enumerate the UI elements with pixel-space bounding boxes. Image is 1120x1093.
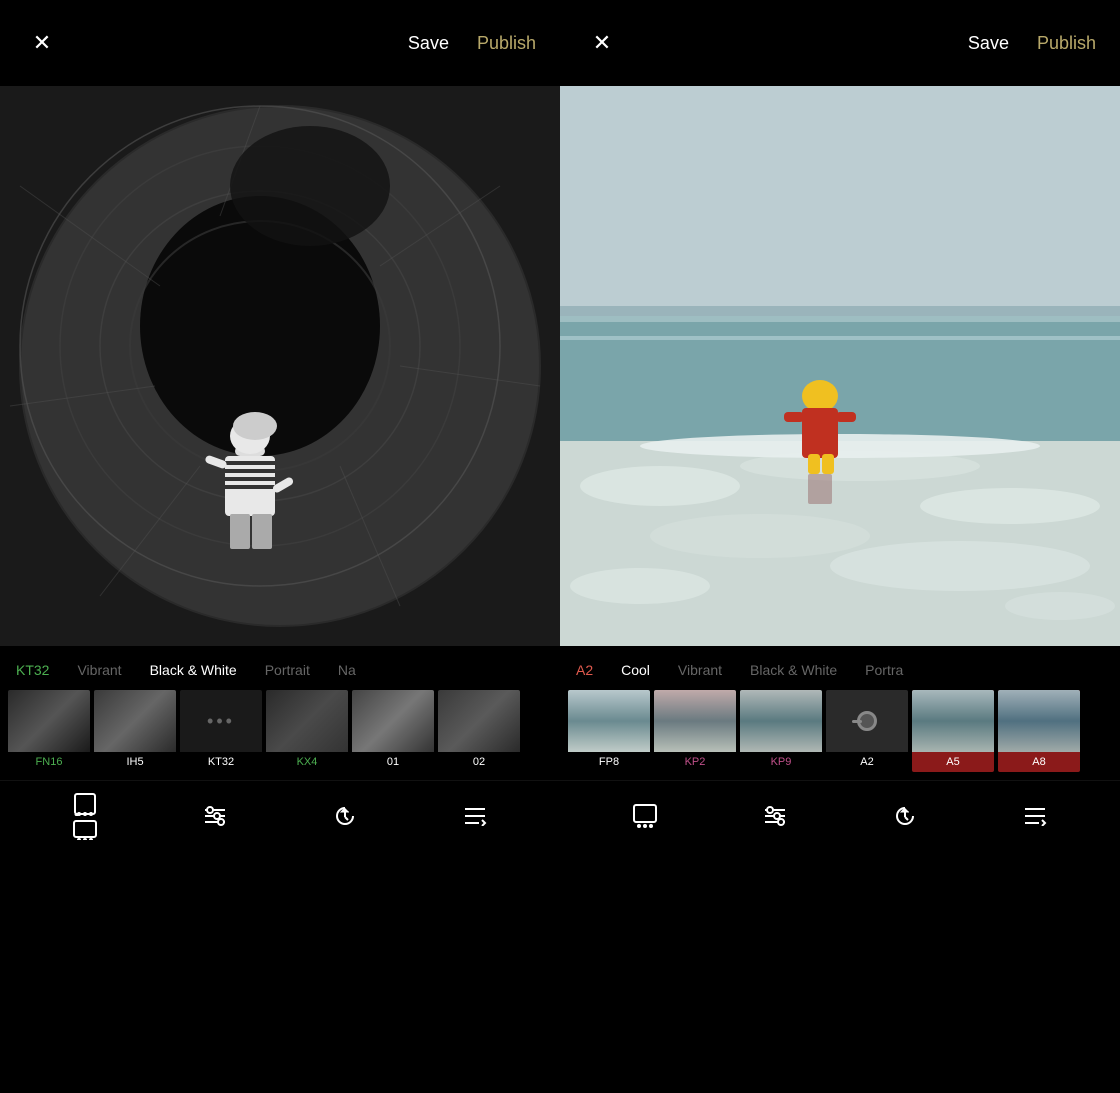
right-publish-button[interactable]: Publish xyxy=(1037,33,1096,54)
left-filter-area: KT32 Vibrant Black & White Portrait Na F… xyxy=(0,646,560,780)
left-photo xyxy=(0,86,560,646)
sliders-icon xyxy=(203,806,227,826)
left-filter-categories: KT32 Vibrant Black & White Portrait Na xyxy=(0,662,560,678)
right-tool-grid[interactable] xyxy=(620,791,670,841)
filter-thumb-ih5[interactable]: IH5 xyxy=(94,690,176,772)
right-filter-thumbnails: FP8 KP2 KP9 A2 xyxy=(560,690,1120,772)
filter-label-fn16: FN16 xyxy=(8,756,90,768)
right-header: ✕ Save Publish xyxy=(560,0,1120,86)
left-tool-stack[interactable] xyxy=(450,791,500,841)
right-filter-cat-1[interactable]: Cool xyxy=(621,662,650,678)
left-filter-cat-2[interactable]: Black & White xyxy=(150,662,237,678)
filter-label-02: 02 xyxy=(438,756,520,768)
left-save-button[interactable]: Save xyxy=(408,33,449,54)
history-icon xyxy=(333,804,357,828)
left-close-button[interactable]: ✕ xyxy=(24,25,60,61)
filter-thumb-a2[interactable]: A2 xyxy=(826,690,908,772)
filter-thumb-01[interactable]: 01 xyxy=(352,690,434,772)
filter-label-kx4: KX4 xyxy=(266,756,348,768)
left-header: ✕ Save Publish xyxy=(0,0,560,86)
right-history-icon xyxy=(893,804,917,828)
right-save-button[interactable]: Save xyxy=(968,33,1009,54)
right-grid-icon xyxy=(633,804,657,828)
filter-label-a8: A8 xyxy=(998,756,1080,768)
filter-thumb-fn16[interactable]: FN16 xyxy=(8,690,90,772)
left-grid-icon xyxy=(73,820,97,840)
filter-label-ih5: IH5 xyxy=(94,756,176,768)
filter-thumb-a8[interactable]: A8 xyxy=(998,690,1080,772)
left-panel: ✕ Save Publish xyxy=(0,0,560,1093)
filter-label-kp9: KP9 xyxy=(740,756,822,768)
filter-thumb-kp2[interactable]: KP2 xyxy=(654,690,736,772)
stack-icon xyxy=(463,806,487,826)
grid-icon xyxy=(73,792,97,816)
filter-label-kp2: KP2 xyxy=(654,756,736,768)
filter-label-a2: A2 xyxy=(826,756,908,768)
left-header-actions: Save Publish xyxy=(408,33,536,54)
filter-thumb-fp8[interactable]: FP8 xyxy=(568,690,650,772)
left-filter-cat-4[interactable]: Na xyxy=(338,662,356,678)
right-sliders-icon xyxy=(763,806,787,826)
right-filter-area: A2 Cool Vibrant Black & White Portra FP8… xyxy=(560,646,1120,780)
filter-thumb-kx4[interactable]: KX4 xyxy=(266,690,348,772)
right-panel: ✕ Save Publish xyxy=(560,0,1120,1093)
filter-thumb-a5[interactable]: A5 xyxy=(912,690,994,772)
left-bottom-toolbar xyxy=(0,780,560,850)
right-tool-sliders[interactable] xyxy=(750,791,800,841)
left-filter-cat-1[interactable]: Vibrant xyxy=(77,662,121,678)
left-tool-sliders[interactable] xyxy=(190,791,240,841)
filter-label-01: 01 xyxy=(352,756,434,768)
left-tool-grid[interactable] xyxy=(60,791,110,841)
filter-label-a5: A5 xyxy=(912,756,994,768)
left-filter-cat-0[interactable]: KT32 xyxy=(16,662,49,678)
right-tool-stack[interactable] xyxy=(1010,791,1060,841)
right-bottom-toolbar xyxy=(560,780,1120,850)
right-filter-cat-2[interactable]: Vibrant xyxy=(678,662,722,678)
right-stack-icon xyxy=(1023,806,1047,826)
filter-label-kt32: KT32 xyxy=(180,756,262,768)
left-filter-cat-3[interactable]: Portrait xyxy=(265,662,310,678)
filter-thumb-kp9[interactable]: KP9 xyxy=(740,690,822,772)
filter-kt32-dots: ••• xyxy=(180,690,262,752)
right-filter-cat-0[interactable]: A2 xyxy=(576,662,593,678)
right-tool-history[interactable] xyxy=(880,791,930,841)
filter-thumb-kt32[interactable]: ••• KT32 xyxy=(180,690,262,772)
right-filter-categories: A2 Cool Vibrant Black & White Portra xyxy=(560,662,1120,678)
filter-label-fp8: FP8 xyxy=(568,756,650,768)
right-filter-cat-4[interactable]: Portra xyxy=(865,662,903,678)
right-filter-cat-3[interactable]: Black & White xyxy=(750,662,837,678)
left-filter-thumbnails: FN16 IH5 ••• KT32 KX4 01 xyxy=(0,690,560,772)
filter-thumb-02[interactable]: 02 xyxy=(438,690,520,772)
left-publish-button[interactable]: Publish xyxy=(477,33,536,54)
left-tool-history[interactable] xyxy=(320,791,370,841)
right-close-button[interactable]: ✕ xyxy=(584,25,620,61)
right-header-actions: Save Publish xyxy=(968,33,1096,54)
right-photo xyxy=(560,86,1120,646)
